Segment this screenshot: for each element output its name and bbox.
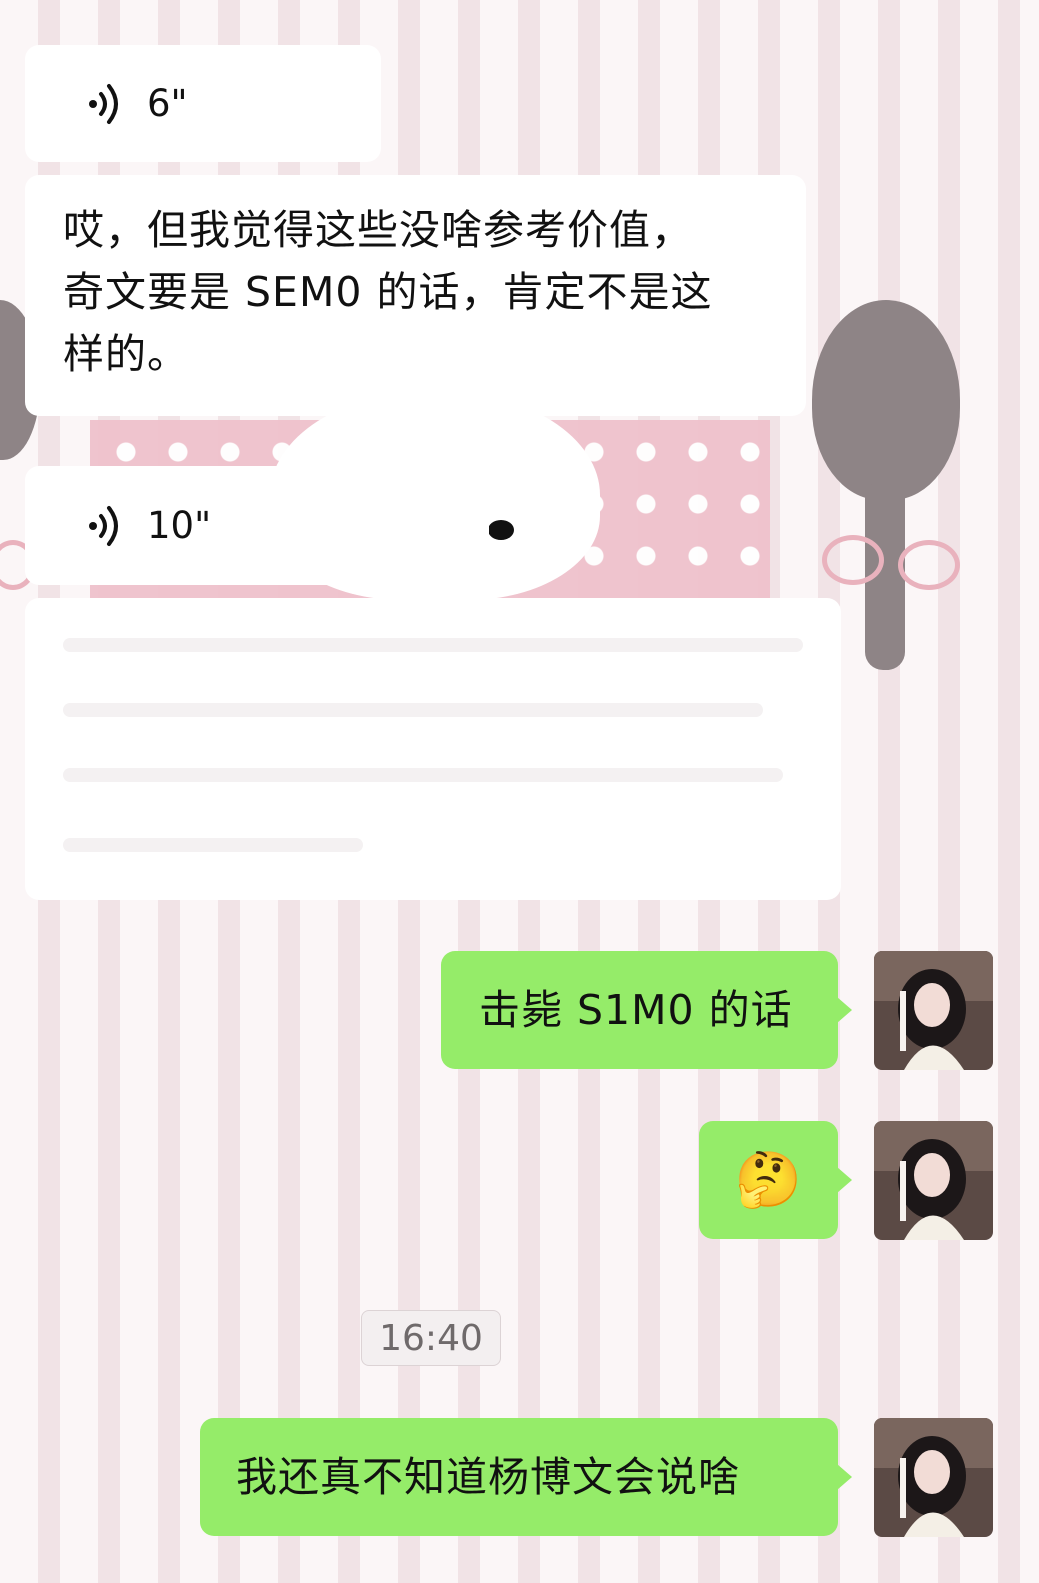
bubble-tail bbox=[837, 1167, 852, 1193]
wallpaper-cup-dot bbox=[488, 520, 514, 540]
message-line: 哎，但我觉得这些没啥参考价值， bbox=[63, 206, 693, 254]
avatar-image bbox=[874, 1121, 993, 1240]
outgoing-emoji-bubble[interactable]: 🤔 bbox=[699, 1121, 852, 1239]
redacted-message-bubble[interactable] bbox=[25, 598, 841, 900]
wallpaper-bow-left bbox=[822, 535, 884, 585]
message-timestamp: 16:40 bbox=[361, 1310, 501, 1366]
message-line: 样的。 bbox=[63, 330, 189, 378]
voice-message-bubble[interactable]: 10" bbox=[25, 466, 489, 585]
redacted-line bbox=[63, 838, 363, 852]
message-line: 奇文要是 SEM0 的话，肯定不是这 bbox=[63, 268, 713, 316]
voice-wave-icon bbox=[89, 505, 118, 546]
bubble-tail bbox=[837, 1464, 852, 1490]
message-text: 我还真不知道杨博文会说啥 bbox=[236, 1453, 740, 1501]
user-avatar[interactable] bbox=[874, 1121, 993, 1240]
user-avatar[interactable] bbox=[874, 1418, 993, 1537]
outgoing-text-bubble[interactable]: 击毙 S1M0 的话 bbox=[441, 951, 852, 1069]
voice-wave-icon bbox=[89, 83, 118, 124]
wallpaper-spoon bbox=[812, 300, 960, 500]
redacted-line bbox=[63, 768, 783, 782]
redacted-line bbox=[63, 703, 763, 717]
bubble-tail bbox=[837, 997, 852, 1023]
wallpaper-bow-right bbox=[898, 540, 960, 590]
message-text: 击毙 S1M0 的话 bbox=[479, 986, 793, 1034]
voice-duration: 6" bbox=[147, 82, 188, 125]
outgoing-text-bubble[interactable]: 我还真不知道杨博文会说啥 bbox=[200, 1418, 852, 1536]
avatar-image bbox=[874, 951, 993, 1070]
redacted-line bbox=[63, 638, 803, 652]
avatar-image bbox=[874, 1418, 993, 1537]
text-message-bubble[interactable]: 哎，但我觉得这些没啥参考价值， 奇文要是 SEM0 的话，肯定不是这 样的。 bbox=[25, 175, 806, 416]
voice-message-bubble[interactable]: 6" bbox=[25, 45, 381, 162]
thinking-face-emoji: 🤔 bbox=[734, 1148, 803, 1211]
voice-duration: 10" bbox=[147, 504, 212, 547]
user-avatar[interactable] bbox=[874, 951, 993, 1070]
